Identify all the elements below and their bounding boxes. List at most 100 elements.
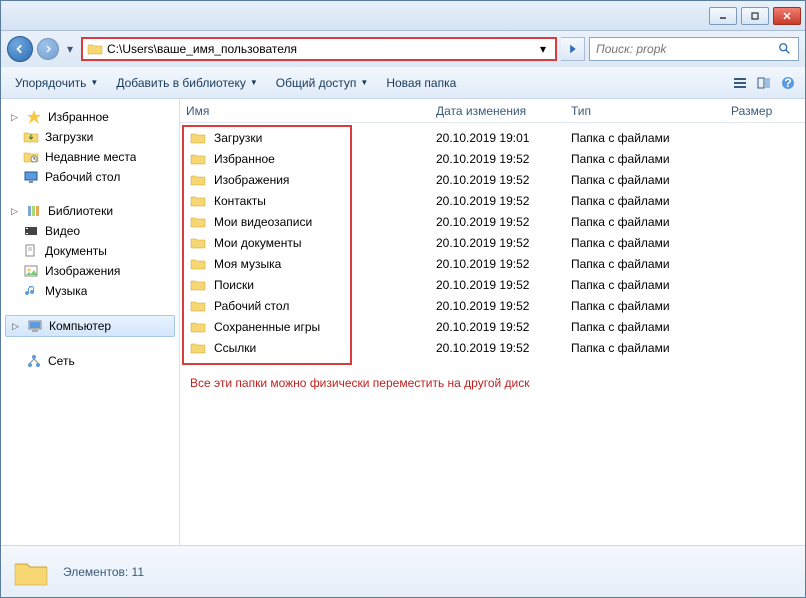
sidebar-network[interactable]: Сеть: [1, 351, 179, 371]
file-row[interactable]: Мои видеозаписи20.10.2019 19:52Папка с ф…: [180, 211, 805, 232]
folder-icon: [190, 172, 206, 188]
file-name: Поиски: [214, 278, 254, 292]
file-row[interactable]: Загрузки20.10.2019 19:01Папка с файлами: [180, 127, 805, 148]
file-type: Папка с файлами: [565, 278, 725, 292]
file-row[interactable]: Контакты 20.10.2019 19:52Папка с файлами: [180, 190, 805, 211]
file-name: Контакты: [214, 194, 266, 208]
folder-icon: [190, 256, 206, 272]
file-row[interactable]: Сохраненные игры 20.10.2019 19:52Папка с …: [180, 316, 805, 337]
sidebar-favorites[interactable]: ▷Избранное: [1, 107, 179, 127]
file-name: Ссылки: [214, 341, 256, 355]
column-headers: Имя Дата изменения Тип Размер: [180, 99, 805, 123]
expand-icon: ▷: [10, 321, 21, 332]
column-size[interactable]: Размер: [725, 104, 805, 118]
forward-button[interactable]: [37, 38, 59, 60]
preview-pane-button[interactable]: [753, 72, 775, 94]
file-type: Папка с файлами: [565, 173, 725, 187]
folder-icon: [190, 277, 206, 293]
toolbar: Упорядочить▼ Добавить в библиотеку▼ Общи…: [1, 67, 805, 99]
sidebar-item-pictures[interactable]: Изображения: [1, 261, 179, 281]
view-options-button[interactable]: [729, 72, 751, 94]
desktop-icon: [23, 169, 39, 185]
file-row[interactable]: Моя музыка20.10.2019 19:52Папка с файлам…: [180, 253, 805, 274]
recent-dropdown[interactable]: ▾: [63, 36, 77, 62]
downloads-icon: [23, 129, 39, 145]
file-name: Избранное: [214, 152, 275, 166]
column-type[interactable]: Тип: [565, 104, 725, 118]
folder-icon: [190, 235, 206, 251]
expand-icon: [9, 356, 20, 367]
file-date: 20.10.2019 19:52: [430, 320, 565, 334]
expand-icon: ▷: [9, 112, 20, 123]
status-count: 11: [132, 565, 144, 579]
file-row[interactable]: Ссылки20.10.2019 19:52Папка с файлами: [180, 337, 805, 358]
organize-button[interactable]: Упорядочить▼: [7, 72, 106, 94]
folder-icon: [190, 214, 206, 230]
sidebar-libraries[interactable]: ▷Библиотеки: [1, 201, 179, 221]
file-type: Папка с файлами: [565, 257, 725, 271]
sidebar-item-recent[interactable]: Недавние места: [1, 147, 179, 167]
file-name: Изображения: [214, 173, 289, 187]
svg-text:?: ?: [784, 76, 791, 90]
sidebar-item-music[interactable]: Музыка: [1, 281, 179, 301]
sidebar-computer[interactable]: ▷Компьютер: [5, 315, 175, 337]
network-icon: [26, 353, 42, 369]
sidebar-item-documents[interactable]: Документы: [1, 241, 179, 261]
help-button[interactable]: ?: [777, 72, 799, 94]
file-row[interactable]: Изображения 20.10.2019 19:52Папка с файла…: [180, 169, 805, 190]
file-type: Папка с файлами: [565, 194, 725, 208]
status-bar: Элементов: 11: [1, 545, 805, 597]
file-date: 20.10.2019 19:52: [430, 173, 565, 187]
star-icon: [26, 109, 42, 125]
include-library-button[interactable]: Добавить в библиотеку▼: [108, 72, 265, 94]
address-bar[interactable]: ▾: [81, 37, 557, 61]
status-label: Элементов:: [63, 565, 128, 579]
pictures-icon: [23, 263, 39, 279]
folder-icon: [190, 298, 206, 314]
sidebar-item-desktop[interactable]: Рабочий стол: [1, 167, 179, 187]
go-button[interactable]: [561, 37, 585, 61]
sidebar-item-downloads[interactable]: Загрузки: [1, 127, 179, 147]
recent-icon: [23, 149, 39, 165]
file-name: Моя музыка: [214, 257, 281, 271]
file-date: 20.10.2019 19:52: [430, 278, 565, 292]
maximize-button[interactable]: [741, 7, 769, 25]
folder-icon: [190, 193, 206, 209]
minimize-button[interactable]: [709, 7, 737, 25]
folder-icon: [190, 130, 206, 146]
share-button[interactable]: Общий доступ▼: [268, 72, 377, 94]
file-date: 20.10.2019 19:52: [430, 194, 565, 208]
new-folder-button[interactable]: Новая папка: [378, 72, 464, 94]
libraries-icon: [26, 203, 42, 219]
file-row[interactable]: Избранное20.10.2019 19:52Папка с файлами: [180, 148, 805, 169]
file-type: Папка с файлами: [565, 320, 725, 334]
video-icon: [23, 223, 39, 239]
file-type: Папка с файлами: [565, 236, 725, 250]
file-date: 20.10.2019 19:52: [430, 215, 565, 229]
back-button[interactable]: [7, 36, 33, 62]
file-name: Сохраненные игры: [214, 320, 320, 334]
music-icon: [23, 283, 39, 299]
file-row[interactable]: Поиски 20.10.2019 19:52Папка с файлами: [180, 274, 805, 295]
file-row[interactable]: Мои документы20.10.2019 19:52Папка с фай…: [180, 232, 805, 253]
file-type: Папка с файлами: [565, 215, 725, 229]
address-dropdown[interactable]: ▾: [535, 42, 551, 56]
column-date[interactable]: Дата изменения: [430, 104, 565, 118]
search-box[interactable]: [589, 37, 799, 61]
address-input[interactable]: [107, 42, 531, 56]
file-name: Рабочий стол: [214, 299, 289, 313]
column-name[interactable]: Имя: [180, 104, 430, 118]
close-button[interactable]: [773, 7, 801, 25]
folder-icon: [190, 340, 206, 356]
file-list: Имя Дата изменения Тип Размер Загрузки20…: [180, 99, 805, 545]
file-type: Папка с файлами: [565, 299, 725, 313]
explorer-window: ▾ ▾ Упорядочить▼ Добавить в библиотеку▼ …: [0, 0, 806, 598]
file-date: 20.10.2019 19:52: [430, 236, 565, 250]
sidebar-item-video[interactable]: Видео: [1, 221, 179, 241]
file-type: Папка с файлами: [565, 131, 725, 145]
file-row[interactable]: Рабочий стол 20.10.2019 19:52Папка с файл…: [180, 295, 805, 316]
file-date: 20.10.2019 19:52: [430, 299, 565, 313]
computer-icon: [27, 318, 43, 334]
search-input[interactable]: [596, 42, 774, 56]
folder-icon: [190, 319, 206, 335]
